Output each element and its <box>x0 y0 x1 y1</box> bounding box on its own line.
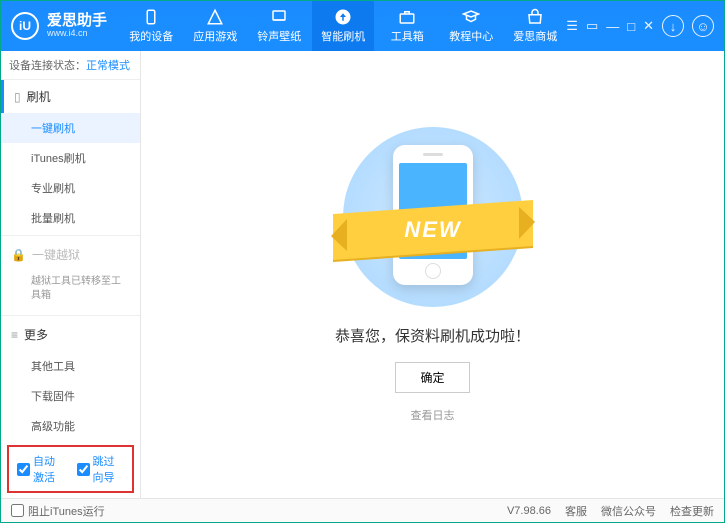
user-icon[interactable]: ☺ <box>692 15 714 37</box>
download-icon[interactable]: ↓ <box>662 15 684 37</box>
device-info[interactable]: ▯iPhone 12 mini 64GB Down-12mini-13,1 <box>1 497 140 498</box>
nav-my-device[interactable]: 我的设备 <box>120 1 182 51</box>
lock-icon: 🔒 <box>11 248 26 262</box>
nav-apps-games[interactable]: 应用游戏 <box>184 1 246 51</box>
support-link[interactable]: 客服 <box>565 503 587 519</box>
logo-icon: iU <box>11 12 39 40</box>
nav-toolbox[interactable]: 工具箱 <box>376 1 438 51</box>
view-log-link[interactable]: 查看日志 <box>411 407 455 423</box>
success-illustration: NEW <box>343 127 523 307</box>
sidebar-itunes-flash[interactable]: iTunes刷机 <box>1 143 140 173</box>
success-message: 恭喜您，保资料刷机成功啦！ <box>335 325 530 346</box>
nav-ringtones-wallpapers[interactable]: 铃声壁纸 <box>248 1 310 51</box>
nav-store[interactable]: 爱思商城 <box>504 1 566 51</box>
sidebar-pro-flash[interactable]: 专业刷机 <box>1 173 140 203</box>
options-highlighted: 自动激活 跳过向导 <box>7 445 134 493</box>
maximize-icon[interactable]: □ <box>627 19 635 34</box>
section-flash[interactable]: ▯ 刷机 <box>1 80 140 113</box>
new-ribbon: NEW <box>333 200 533 260</box>
minimize-icon[interactable]: — <box>606 19 619 34</box>
checkbox-skip-setup[interactable]: 跳过向导 <box>77 453 125 485</box>
nav-tutorials[interactable]: 教程中心 <box>440 1 502 51</box>
checkbox-block-itunes[interactable]: 阻止iTunes运行 <box>11 503 105 519</box>
nav-smart-flash[interactable]: 智能刷机 <box>312 1 374 51</box>
version-label: V7.98.66 <box>507 505 551 517</box>
window-controls: ☰ ▭ — □ ✕ ↓ ☺ <box>566 15 714 37</box>
ok-button[interactable]: 确定 <box>395 362 469 393</box>
close-icon[interactable]: ✕ <box>643 18 654 34</box>
menu-icon[interactable]: ☰ <box>566 18 578 34</box>
sidebar-other-tools[interactable]: 其他工具 <box>1 351 140 381</box>
jailbreak-note: 越狱工具已转移至工具箱 <box>1 271 140 313</box>
phone-icon: ▯ <box>14 90 21 104</box>
section-jailbreak: 🔒 一键越狱 <box>1 238 140 271</box>
titlebar: iU 爱思助手 www.i4.cn 我的设备 应用游戏 铃声壁纸 智能刷机 工具… <box>1 1 724 51</box>
main-content: NEW 恭喜您，保资料刷机成功啦！ 确定 查看日志 <box>141 51 724 498</box>
app-name: 爱思助手 <box>47 13 107 30</box>
sidebar: 设备连接状态：正常模式 ▯ 刷机 一键刷机 iTunes刷机 专业刷机 批量刷机… <box>1 51 141 498</box>
app-logo: iU 爱思助手 www.i4.cn <box>11 12 120 40</box>
sidebar-download-firmware[interactable]: 下载固件 <box>1 381 140 411</box>
checkbox-auto-activate[interactable]: 自动激活 <box>17 453 65 485</box>
section-more[interactable]: ≡ 更多 <box>1 318 140 351</box>
sidebar-batch-flash[interactable]: 批量刷机 <box>1 203 140 233</box>
check-update-link[interactable]: 检查更新 <box>670 503 714 519</box>
footer: 阻止iTunes运行 V7.98.66 客服 微信公众号 检查更新 <box>1 498 724 522</box>
app-url: www.i4.cn <box>47 29 107 39</box>
wechat-link[interactable]: 微信公众号 <box>601 503 656 519</box>
navbar: 我的设备 应用游戏 铃声壁纸 智能刷机 工具箱 教程中心 爱思商城 <box>120 1 566 51</box>
skin-icon[interactable]: ▭ <box>586 18 598 34</box>
sidebar-oneclick-flash[interactable]: 一键刷机 <box>1 113 140 143</box>
sidebar-advanced[interactable]: 高级功能 <box>1 411 140 441</box>
menu-lines-icon: ≡ <box>11 328 18 342</box>
connection-status: 设备连接状态：正常模式 <box>1 51 140 80</box>
